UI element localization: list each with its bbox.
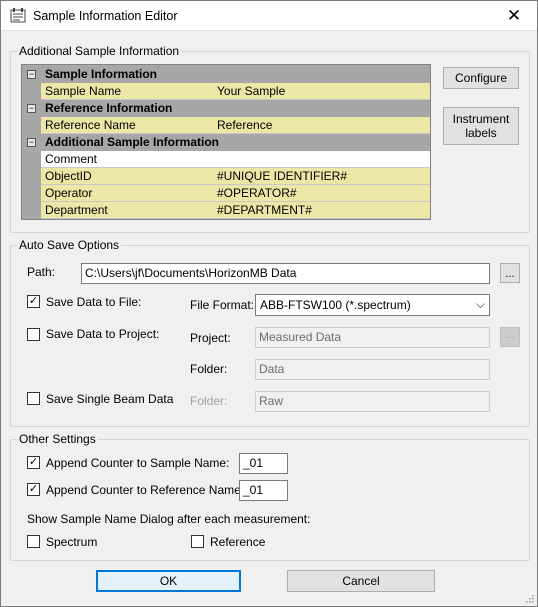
- grid-row-operator[interactable]: Operator #OPERATOR#: [22, 185, 430, 202]
- category-label: Sample Information: [45, 67, 158, 81]
- browse-path-button[interactable]: ...: [500, 263, 520, 283]
- browse-project-button[interactable]: ...: [500, 327, 520, 347]
- group-title: Additional Sample Information: [17, 44, 182, 58]
- grid-category-reference-information[interactable]: − Reference Information: [22, 100, 430, 117]
- close-button[interactable]: ✕: [491, 1, 537, 31]
- property-value[interactable]: #DEPARTMENT#: [212, 202, 430, 219]
- grid-row-department[interactable]: Department #DEPARTMENT#: [22, 202, 430, 219]
- sample-information-editor-window: Sample Information Editor ✕ Additional S…: [0, 0, 538, 607]
- path-input[interactable]: C:\Users\jf\Documents\HorizonMB Data: [81, 263, 490, 284]
- reference-checkbox[interactable]: [191, 535, 204, 548]
- grid-category-sample-information[interactable]: − Sample Information: [22, 66, 430, 83]
- group-title: Other Settings: [17, 432, 98, 446]
- property-value[interactable]: #UNIQUE IDENTIFIER#: [212, 168, 430, 185]
- append-counter-sample-input[interactable]: _01: [239, 453, 288, 474]
- spectrum-checkbox[interactable]: [27, 535, 40, 548]
- property-name: Comment: [41, 151, 231, 168]
- app-icon: [10, 8, 26, 23]
- append-counter-reference-input[interactable]: _01: [239, 480, 288, 501]
- save-to-project-checkbox[interactable]: [27, 328, 40, 341]
- group-title: Auto Save Options: [17, 238, 122, 252]
- folder-label: Folder:: [190, 362, 228, 376]
- save-single-beam-label[interactable]: Save Single Beam Data: [46, 392, 173, 406]
- category-label: Additional Sample Information: [45, 135, 220, 149]
- project-label: Project:: [190, 331, 231, 345]
- save-to-file-checkbox[interactable]: ✓: [27, 295, 40, 308]
- reference-label[interactable]: Reference: [210, 535, 265, 549]
- append-counter-reference-label[interactable]: Append Counter to Reference Name:: [46, 483, 244, 497]
- collapse-icon[interactable]: −: [27, 70, 36, 79]
- property-value[interactable]: Reference: [212, 117, 430, 134]
- title-bar: Sample Information Editor ✕: [1, 1, 537, 31]
- grid-row-sample-name[interactable]: Sample Name Your Sample: [22, 83, 430, 100]
- grid-row-objectid[interactable]: ObjectID #UNIQUE IDENTIFIER#: [22, 168, 430, 185]
- resize-grip-icon[interactable]: [524, 593, 534, 603]
- instrument-labels-button[interactable]: Instrument labels: [443, 107, 519, 145]
- single-folder-input[interactable]: Raw: [255, 391, 490, 412]
- append-counter-sample-checkbox[interactable]: ✓: [27, 456, 40, 469]
- append-counter-reference-checkbox[interactable]: ✓: [27, 483, 40, 496]
- cancel-button[interactable]: Cancel: [287, 570, 435, 592]
- property-name: Sample Name: [41, 83, 231, 100]
- save-to-project-label[interactable]: Save Data to Project:: [46, 327, 159, 341]
- property-value[interactable]: [212, 151, 430, 168]
- collapse-icon[interactable]: −: [27, 104, 36, 113]
- grid-category-additional-sample-information[interactable]: − Additional Sample Information: [22, 134, 430, 151]
- save-to-file-label[interactable]: Save Data to File:: [46, 295, 141, 309]
- file-format-label: File Format:: [190, 298, 255, 312]
- property-value[interactable]: #OPERATOR#: [212, 185, 430, 202]
- configure-button[interactable]: Configure: [443, 67, 519, 89]
- property-value[interactable]: Your Sample: [212, 83, 430, 100]
- path-label: Path:: [27, 265, 56, 279]
- file-format-value: ABB-FTSW100 (*.spectrum): [260, 298, 411, 312]
- ok-button[interactable]: OK: [96, 570, 241, 592]
- property-name: ObjectID: [41, 168, 231, 185]
- show-dialog-label: Show Sample Name Dialog after each measu…: [27, 512, 311, 526]
- window-title: Sample Information Editor: [33, 9, 178, 23]
- property-name: Operator: [41, 185, 231, 202]
- property-name: Department: [41, 202, 231, 219]
- file-format-select[interactable]: ABB-FTSW100 (*.spectrum) ⌵: [255, 294, 490, 316]
- project-input[interactable]: Measured Data: [255, 327, 490, 348]
- property-name: Reference Name: [41, 117, 231, 134]
- append-counter-sample-label[interactable]: Append Counter to Sample Name:: [46, 456, 229, 470]
- category-label: Reference Information: [45, 101, 173, 115]
- save-single-beam-checkbox[interactable]: [27, 392, 40, 405]
- grid-row-comment[interactable]: Comment: [22, 151, 430, 168]
- close-icon: ✕: [506, 6, 522, 25]
- chevron-down-icon: ⌵: [475, 297, 485, 311]
- property-grid[interactable]: − Sample Information Sample Name Your Sa…: [21, 64, 431, 220]
- spectrum-label[interactable]: Spectrum: [46, 535, 97, 549]
- grid-row-reference-name[interactable]: Reference Name Reference: [22, 117, 430, 134]
- collapse-icon[interactable]: −: [27, 138, 36, 147]
- single-folder-label: Folder:: [190, 394, 228, 408]
- folder-input[interactable]: Data: [255, 359, 490, 380]
